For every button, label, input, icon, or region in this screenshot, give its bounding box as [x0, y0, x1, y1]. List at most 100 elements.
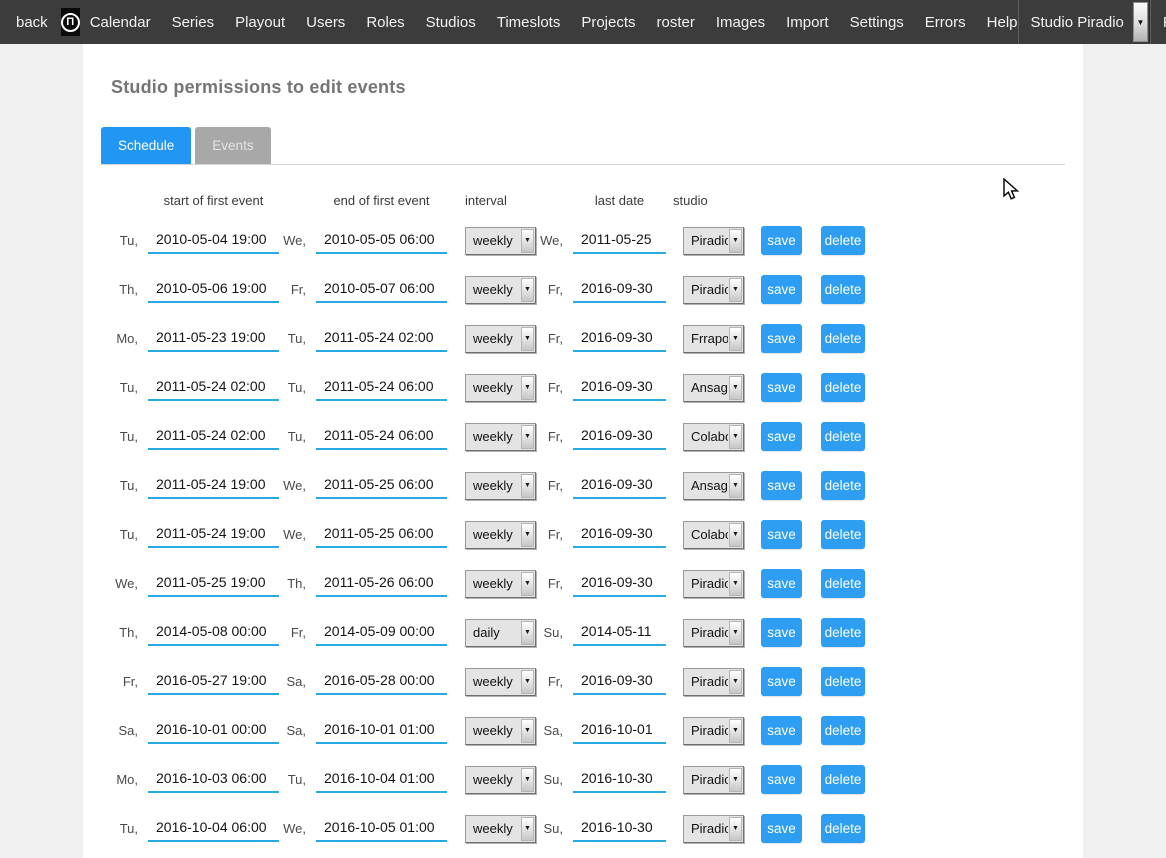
end-input[interactable] [316, 276, 447, 303]
studio-select[interactable]: Frrapo ▼ [683, 325, 744, 353]
save-button[interactable]: save [761, 520, 802, 549]
nav-item-timeslots[interactable]: Timeslots [497, 14, 561, 31]
end-input[interactable] [316, 766, 447, 793]
nav-item-help[interactable]: Help [987, 14, 1018, 31]
end-input[interactable] [316, 423, 447, 450]
interval-select[interactable]: weekly ▼ [465, 717, 536, 745]
start-input[interactable] [148, 766, 279, 793]
delete-button[interactable]: delete [821, 520, 865, 549]
end-input[interactable] [316, 668, 447, 695]
nav-item-studios[interactable]: Studios [426, 14, 476, 31]
nav-item-images[interactable]: Images [716, 14, 765, 31]
interval-select[interactable]: weekly ▼ [465, 325, 536, 353]
studio-select[interactable]: Piradio ▼ [683, 619, 744, 647]
save-button[interactable]: save [761, 275, 802, 304]
last-date-input[interactable] [573, 815, 666, 842]
start-input[interactable] [148, 423, 279, 450]
save-button[interactable]: save [761, 618, 802, 647]
start-input[interactable] [148, 570, 279, 597]
end-input[interactable] [316, 325, 447, 352]
nav-item-roster[interactable]: roster [657, 14, 695, 31]
interval-select[interactable]: weekly ▼ [465, 815, 536, 843]
end-input[interactable] [316, 374, 447, 401]
last-date-input[interactable] [573, 766, 666, 793]
interval-select[interactable]: weekly ▼ [465, 374, 536, 402]
last-date-input[interactable] [573, 374, 666, 401]
nav-item-projects[interactable]: Projects [581, 14, 635, 31]
start-input[interactable] [148, 619, 279, 646]
nav-item-playout[interactable]: Playout [235, 14, 285, 31]
delete-button[interactable]: delete [821, 471, 865, 500]
studio-select[interactable]: Ansage ▼ [683, 472, 744, 500]
studio-select[interactable]: Piradio ▼ [683, 766, 744, 794]
start-input[interactable] [148, 325, 279, 352]
end-input[interactable] [316, 227, 447, 254]
interval-select[interactable]: weekly ▼ [465, 521, 536, 549]
studio-select-nav[interactable]: Studio Piradio ▼ [1018, 0, 1150, 44]
delete-button[interactable]: delete [821, 275, 865, 304]
last-date-input[interactable] [573, 423, 666, 450]
start-input[interactable] [148, 521, 279, 548]
delete-button[interactable]: delete [821, 422, 865, 451]
interval-select[interactable]: weekly ▼ [465, 227, 536, 255]
delete-button[interactable]: delete [821, 618, 865, 647]
last-date-input[interactable] [573, 570, 666, 597]
save-button[interactable]: save [761, 324, 802, 353]
delete-button[interactable]: delete [821, 716, 865, 745]
interval-select[interactable]: weekly ▼ [465, 570, 536, 598]
interval-select[interactable]: weekly ▼ [465, 276, 536, 304]
end-input[interactable] [316, 815, 447, 842]
tab-events[interactable]: Events [195, 127, 270, 164]
back-link[interactable]: back [16, 14, 48, 31]
last-date-input[interactable] [573, 521, 666, 548]
delete-button[interactable]: delete [821, 814, 865, 843]
end-input[interactable] [316, 472, 447, 499]
delete-button[interactable]: delete [821, 765, 865, 794]
app-logo[interactable]: Π [61, 8, 80, 36]
nav-item-roles[interactable]: Roles [366, 14, 404, 31]
last-date-input[interactable] [573, 227, 666, 254]
nav-item-series[interactable]: Series [172, 14, 215, 31]
save-button[interactable]: save [761, 716, 802, 745]
end-input[interactable] [316, 570, 447, 597]
interval-select[interactable]: weekly ▼ [465, 766, 536, 794]
delete-button[interactable]: delete [821, 569, 865, 598]
nav-item-errors[interactable]: Errors [925, 14, 966, 31]
delete-button[interactable]: delete [821, 373, 865, 402]
save-button[interactable]: save [761, 373, 802, 402]
project-select-nav[interactable]: Project 88vier ▼ [1150, 0, 1166, 44]
start-input[interactable] [148, 227, 279, 254]
save-button[interactable]: save [761, 422, 802, 451]
interval-select[interactable]: weekly ▼ [465, 472, 536, 500]
end-input[interactable] [316, 717, 447, 744]
start-input[interactable] [148, 668, 279, 695]
nav-item-import[interactable]: Import [786, 14, 829, 31]
studio-select[interactable]: Colabo ▼ [683, 521, 744, 549]
nav-item-calendar[interactable]: Calendar [90, 14, 151, 31]
studio-select[interactable]: Piradio ▼ [683, 570, 744, 598]
nav-item-users[interactable]: Users [306, 14, 345, 31]
studio-select[interactable]: Piradio ▼ [683, 668, 744, 696]
delete-button[interactable]: delete [821, 226, 865, 255]
last-date-input[interactable] [573, 619, 666, 646]
studio-select[interactable]: Piradio ▼ [683, 717, 744, 745]
tab-schedule[interactable]: Schedule [101, 127, 191, 164]
last-date-input[interactable] [573, 717, 666, 744]
delete-button[interactable]: delete [821, 667, 865, 696]
start-input[interactable] [148, 374, 279, 401]
last-date-input[interactable] [573, 276, 666, 303]
end-input[interactable] [316, 619, 447, 646]
interval-select[interactable]: weekly ▼ [465, 423, 536, 451]
nav-item-settings[interactable]: Settings [850, 14, 904, 31]
start-input[interactable] [148, 815, 279, 842]
start-input[interactable] [148, 717, 279, 744]
end-input[interactable] [316, 521, 447, 548]
save-button[interactable]: save [761, 814, 802, 843]
start-input[interactable] [148, 276, 279, 303]
interval-select[interactable]: weekly ▼ [465, 668, 536, 696]
last-date-input[interactable] [573, 668, 666, 695]
save-button[interactable]: save [761, 569, 802, 598]
save-button[interactable]: save [761, 667, 802, 696]
last-date-input[interactable] [573, 325, 666, 352]
studio-select[interactable]: Ansage ▼ [683, 374, 744, 402]
